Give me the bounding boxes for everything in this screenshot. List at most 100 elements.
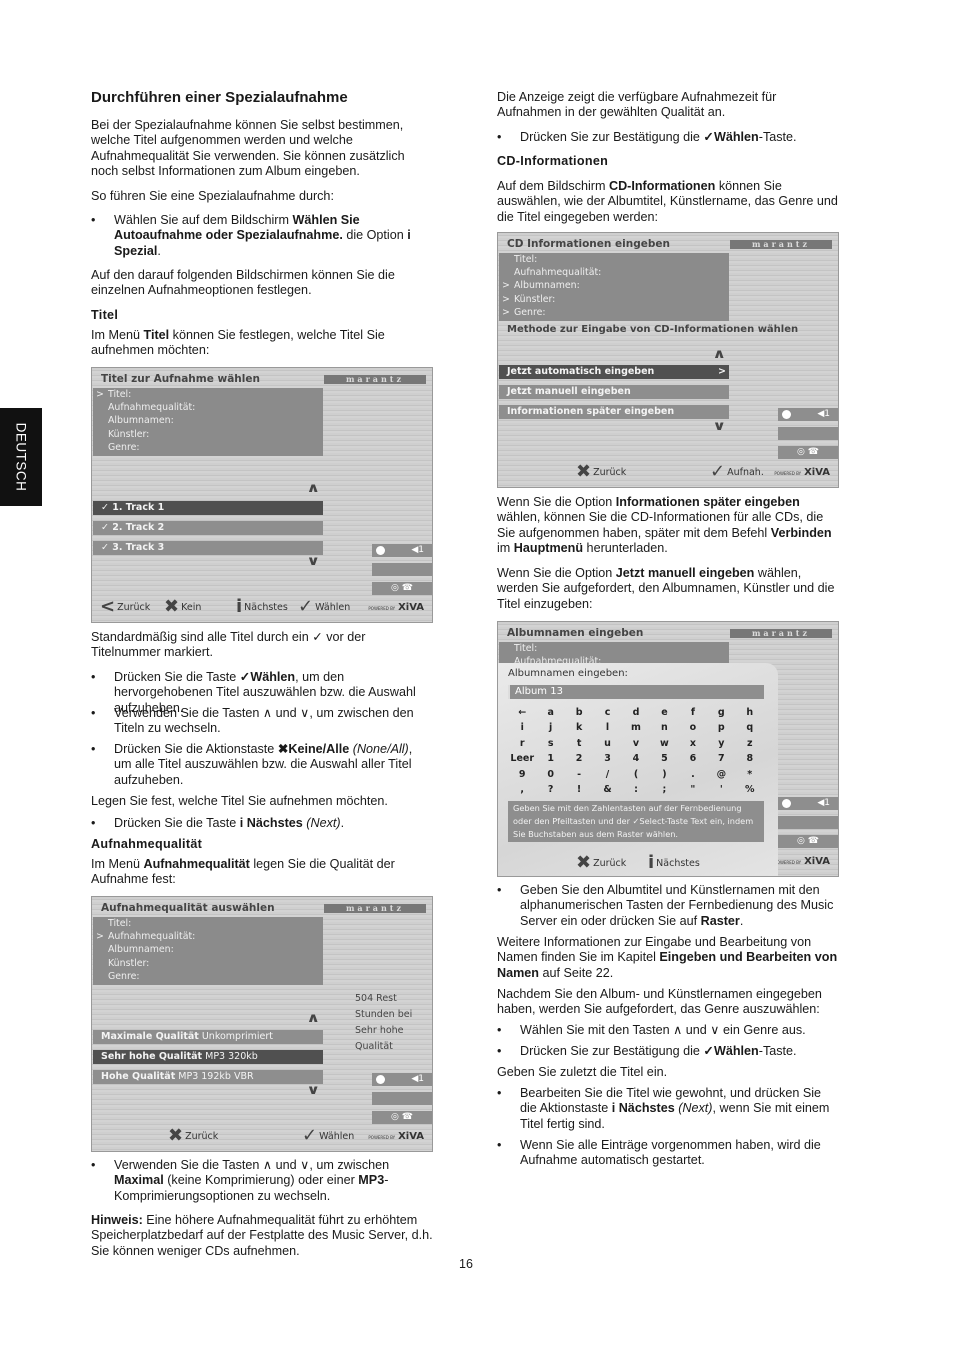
check-icon: ✓ (302, 1125, 318, 1146)
grid-key[interactable]: - (565, 767, 593, 782)
footer-button-nächstes[interactable]: i Nächstes (648, 854, 700, 872)
status-widget: ◀1 ◎ ☎ (776, 797, 838, 853)
grid-key[interactable]: 3 (593, 751, 621, 766)
grid-key[interactable]: b (565, 705, 593, 720)
grid-key[interactable]: ( (622, 767, 650, 782)
footer-button-aufnah[interactable]: ✓ Aufnah. (710, 463, 764, 481)
side-line: 504 Rest (355, 993, 397, 1004)
down-arrow-icon[interactable]: ∨ (306, 554, 320, 569)
grid-key[interactable]: t (565, 736, 593, 751)
grid-key[interactable]: j (536, 720, 564, 735)
text-entry-dialog: Albumnamen eingeben: Album 13 ← a b c d e f g h i… (498, 663, 778, 876)
grid-key[interactable]: y (707, 736, 735, 751)
up-arrow-icon[interactable]: ∧ (712, 347, 726, 362)
grid-key[interactable]: ) (650, 767, 678, 782)
track-row[interactable]: ✓ 3. Track 3 (93, 541, 323, 555)
text: . (340, 816, 345, 830)
up-arrow-icon[interactable]: ∧ (306, 481, 320, 496)
method-row[interactable]: Jetzt manuell eingeben (499, 385, 729, 399)
grid-key[interactable]: x (679, 736, 707, 751)
down-arrow-icon[interactable]: ∨ (712, 419, 726, 434)
grid-key[interactable]: @ (707, 767, 735, 782)
grid-key[interactable]: i (508, 720, 536, 735)
grid-key[interactable]: f (679, 705, 707, 720)
grid-key[interactable]: Leer (508, 751, 536, 766)
down-arrow-icon[interactable]: ∨ (306, 1083, 320, 1098)
grid-key[interactable]: h (736, 705, 764, 720)
grid-key[interactable]: : (622, 782, 650, 797)
grid-key[interactable]: k (565, 720, 593, 735)
grid-key[interactable]: ← (508, 705, 536, 720)
screen-cd-info: CD Informationen eingeben marantz Titel:… (497, 232, 839, 488)
volume-indicator: ◀1 (817, 409, 830, 419)
record-icon (376, 1075, 385, 1084)
grid-key[interactable]: e (650, 705, 678, 720)
grid-key[interactable]: " (679, 782, 707, 797)
disc-icon: ◎ (797, 447, 805, 457)
info-item: Aufnahmequalität: (96, 930, 323, 943)
grid-key[interactable]: o (679, 720, 707, 735)
quality-row[interactable]: Sehr hohe Qualität MP3 320kb (93, 1050, 323, 1064)
album-name-input[interactable]: Album 13 (508, 685, 764, 699)
track-row[interactable]: ✓ 1. Track 1 (93, 501, 323, 515)
grid-key[interactable]: 9 (508, 767, 536, 782)
text: Verwenden Sie die Tasten ∧ und ∨, um zwi… (114, 1158, 390, 1172)
grid-key[interactable]: p (707, 720, 735, 735)
grid-key[interactable]: n (650, 720, 678, 735)
grid-key[interactable]: l (593, 720, 621, 735)
grid-key[interactable]: 7 (707, 751, 735, 766)
grid-key[interactable]: m (622, 720, 650, 735)
info-item: Titel: (514, 254, 538, 265)
grid-key[interactable]: u (593, 736, 621, 751)
track-row[interactable]: ✓ 2. Track 2 (93, 521, 323, 535)
quality-row[interactable]: Hohe Qualität MP3 192kb VBR (93, 1070, 323, 1084)
footer-button-kein[interactable]: ✖ Kein (164, 598, 201, 616)
footer-button-zurück[interactable]: ✖ Zurück (576, 854, 626, 872)
grid-key[interactable]: 6 (679, 751, 707, 766)
footer-label: Zurück (185, 1130, 219, 1142)
grid-key[interactable]: * (736, 767, 764, 782)
footer-button-nächstes[interactable]: i Nächstes (236, 598, 288, 616)
grid-key[interactable]: ' (707, 782, 735, 797)
quality-row[interactable]: Maximale Qualität Unkomprimiert (93, 1030, 323, 1044)
footer-button-zurück[interactable]: ✖ Zurück (168, 1127, 218, 1145)
bullet-item: Verwenden Sie die Tasten ∧ und ∨, um zwi… (91, 1158, 433, 1204)
method-row[interactable]: Informationen später eingeben (499, 405, 729, 419)
grid-key[interactable]: / (593, 767, 621, 782)
grid-key[interactable]: 5 (650, 751, 678, 766)
grid-key[interactable]: v (622, 736, 650, 751)
grid-key[interactable]: g (707, 705, 735, 720)
grid-key[interactable]: 1 (536, 751, 564, 766)
grid-key[interactable]: 4 (622, 751, 650, 766)
dialog-label: Albumnamen eingeben: (508, 668, 628, 679)
grid-key[interactable]: % (736, 782, 764, 797)
grid-key[interactable]: 0 (536, 767, 564, 782)
method-row[interactable]: Jetzt automatisch eingeben > (499, 365, 729, 379)
up-arrow-icon[interactable]: ∧ (306, 1011, 320, 1026)
footer-button-zurück[interactable]: < Zurück (100, 598, 150, 616)
info-item: Aufnahmequalität: (108, 402, 196, 414)
grid-key[interactable]: 8 (736, 751, 764, 766)
info-item: Albumnamen: (108, 415, 174, 427)
footer-label: Zurück (593, 466, 627, 478)
grid-key[interactable]: a (536, 705, 564, 720)
quality-detail: MP3 192kb VBR (175, 1071, 254, 1082)
grid-key[interactable]: . (679, 767, 707, 782)
grid-key[interactable]: ? (536, 782, 564, 797)
grid-key[interactable]: q (736, 720, 764, 735)
grid-key[interactable]: w (650, 736, 678, 751)
grid-key[interactable]: ; (650, 782, 678, 797)
grid-key[interactable]: s (536, 736, 564, 751)
grid-key[interactable]: , (508, 782, 536, 797)
grid-key[interactable]: d (622, 705, 650, 720)
grid-key[interactable]: c (593, 705, 621, 720)
grid-key[interactable]: 2 (565, 751, 593, 766)
footer-button-wählen[interactable]: ✓ Wählen (302, 1127, 354, 1145)
grid-key[interactable]: r (508, 736, 536, 751)
footer-button-wählen[interactable]: ✓ Wählen (298, 598, 350, 616)
grid-key[interactable]: & (593, 782, 621, 797)
grid-key[interactable]: ! (565, 782, 593, 797)
info-item: Künstler: (502, 293, 729, 306)
grid-key[interactable]: z (736, 736, 764, 751)
footer-button-zurück[interactable]: ✖ Zurück (576, 463, 626, 481)
